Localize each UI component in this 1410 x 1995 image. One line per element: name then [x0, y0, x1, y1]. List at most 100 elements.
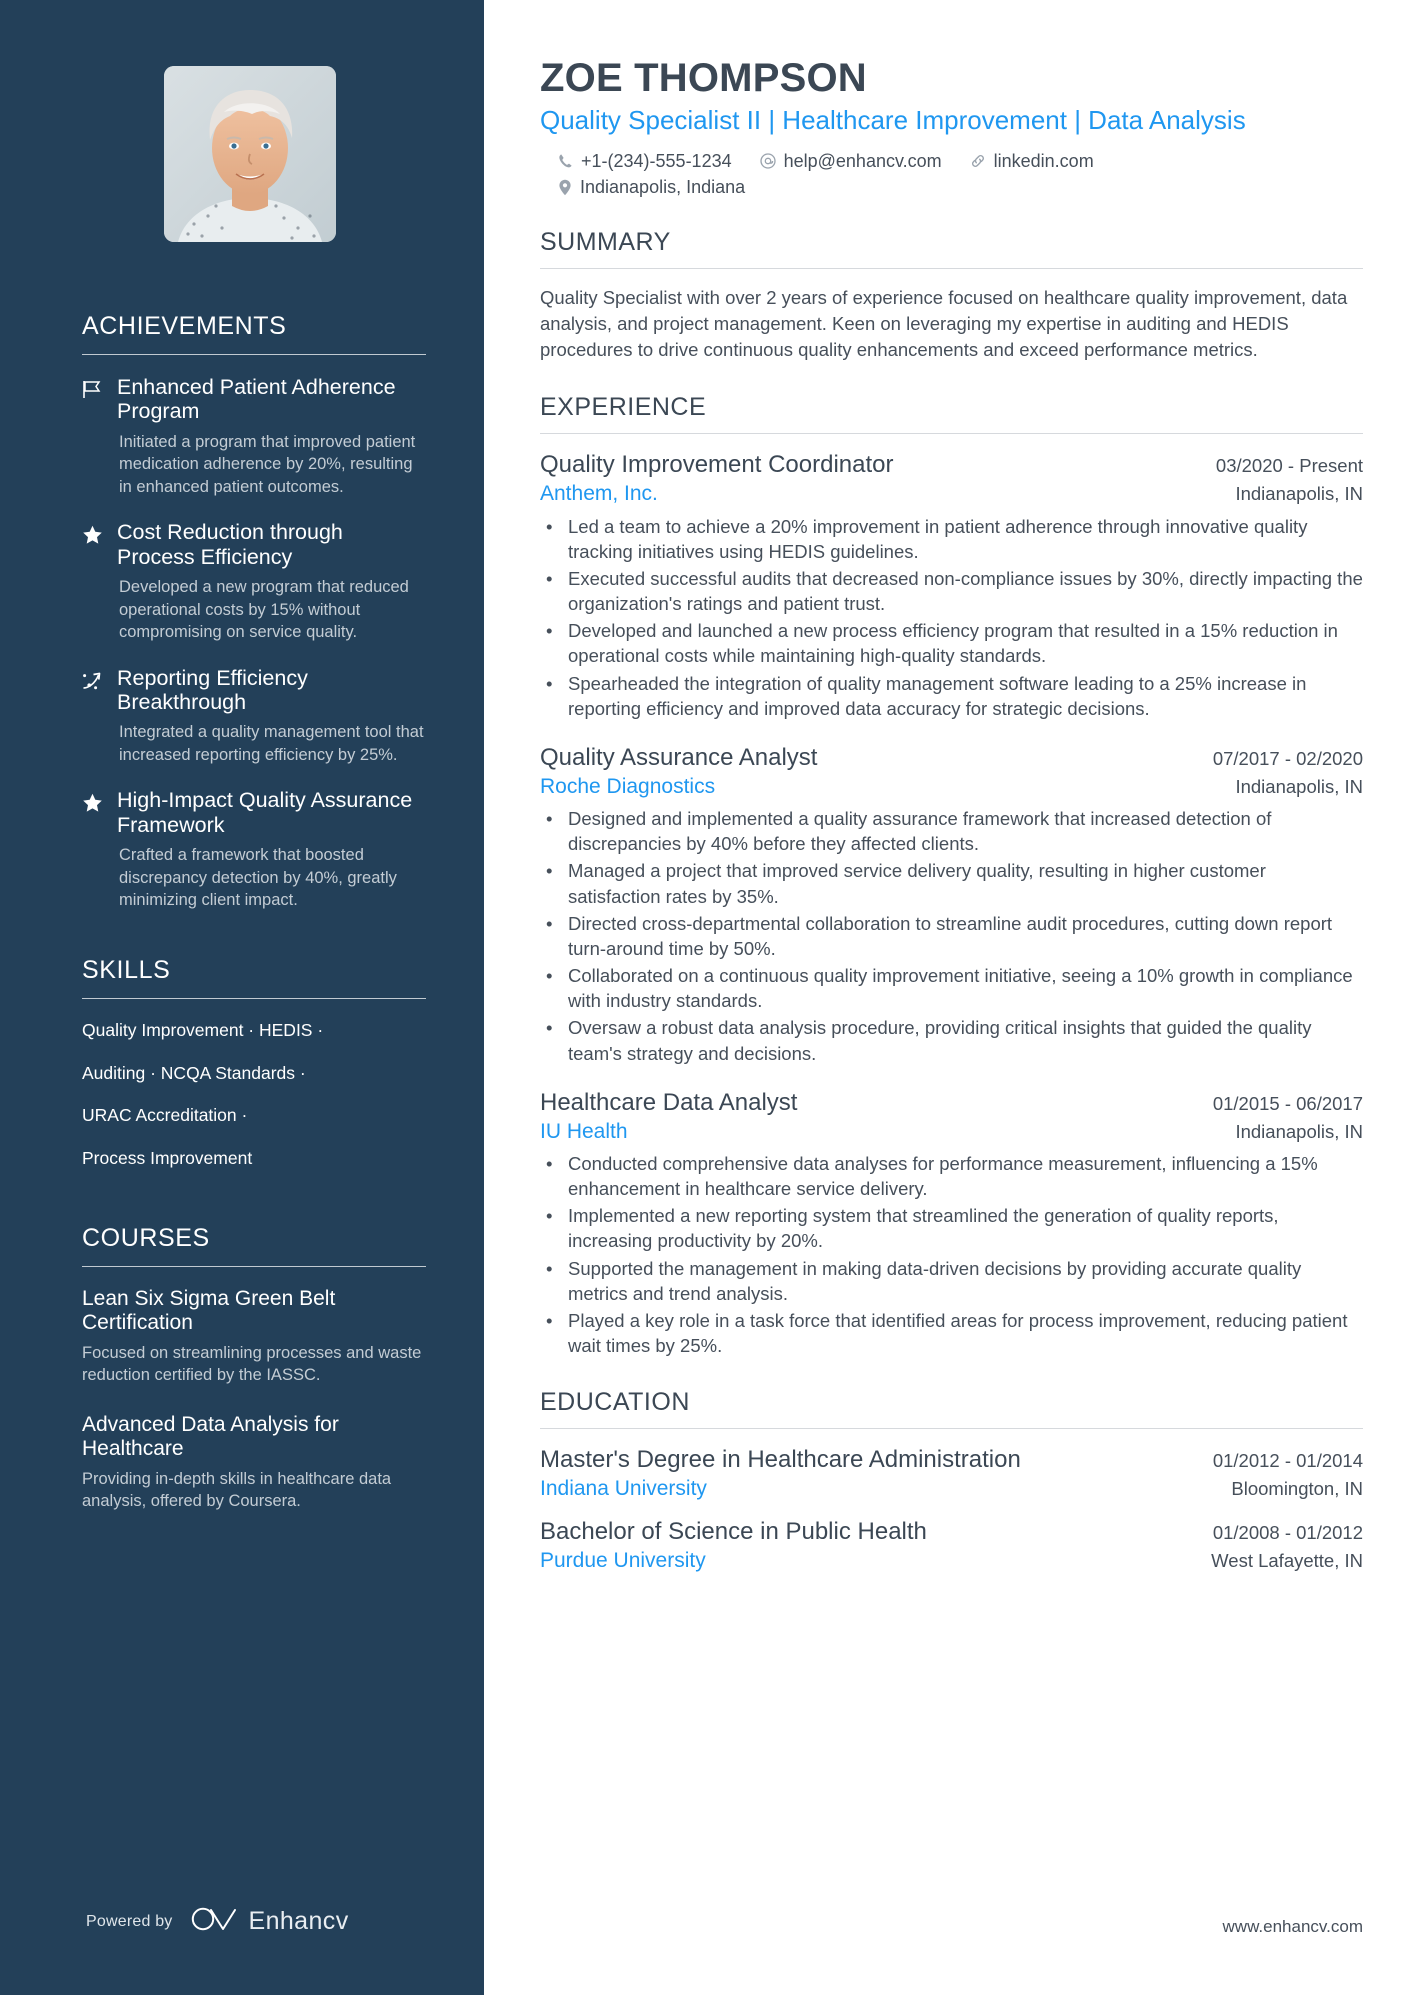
bullet-item: • Executed successful audits that decreas… [540, 566, 1363, 616]
bullet-item: • Collaborated on a continuous quality im… [540, 963, 1363, 1013]
achievement-description: Developed a new program that reduced ope… [119, 577, 409, 642]
bullet-dot-icon: • [546, 1257, 553, 1279]
bullet-dot-icon: • [546, 965, 553, 987]
professional-headline: Quality Specialist II | Healthcare Impro… [540, 104, 1246, 135]
education-entry: Bachelor of Science in Public Health 01/… [540, 1517, 1363, 1574]
phone-icon [558, 153, 573, 169]
bullet-text: Directed cross-departmental collaboratio… [568, 912, 1333, 959]
courses-heading: COURSES [82, 1223, 210, 1252]
star-icon [82, 520, 104, 643]
avatar [164, 66, 336, 242]
company-name[interactable]: Anthem, Inc. [540, 480, 658, 507]
location-pin-icon [558, 179, 572, 196]
experience-entry: Quality Improvement Coordinator 03/2020 … [540, 450, 1363, 721]
achievement-title: High-Impact Quality Assurance Framework [117, 788, 413, 837]
achievements-heading: ACHIEVEMENTS [82, 312, 287, 340]
bullet-item: • Spearheaded the integration of quality … [540, 671, 1363, 721]
trend-arrow-icon [82, 666, 104, 767]
bullet-text: Spearheaded the integration of quality m… [568, 672, 1307, 719]
contact-linkedin[interactable]: linkedin.com [970, 151, 1094, 172]
experience-entry-subheader: Anthem, Inc. Indianapolis, IN [540, 480, 1363, 507]
achievement-title: Cost Reduction through Process Efficienc… [117, 520, 343, 569]
bullet-dot-icon: • [546, 515, 553, 537]
achievements-section: ACHIEVEMENTS Enhanced Patient Adherence … [82, 312, 426, 912]
bullet-item: • Developed and launched a new process ef… [540, 618, 1363, 668]
section-divider [82, 997, 426, 999]
course-item: Lean Six Sigma Green Belt Certification … [82, 1287, 426, 1387]
bullet-dot-icon: • [546, 912, 553, 934]
experience-entry-subheader: Roche Diagnostics Indianapolis, IN [540, 773, 1363, 800]
achievement-item: Enhanced Patient Adherence Program Initi… [82, 375, 426, 498]
bullet-dot-icon: • [546, 1153, 553, 1175]
contact-email[interactable]: help@enhancv.com [759, 151, 942, 172]
school-name[interactable]: Purdue University [540, 1547, 706, 1574]
job-title: Quality Improvement Coordinator [540, 451, 894, 479]
bullet-item: • Oversaw a robust data analysis procedur… [540, 1015, 1363, 1065]
enhancv-logo-icon [191, 1906, 239, 1937]
bullet-item: • Played a key role in a task force that … [540, 1308, 1363, 1358]
bullet-text: Managed a project that improved service … [568, 860, 1266, 907]
education-section: EDUCATION Master's Degree in Healthcare … [540, 1388, 1363, 1574]
bullet-dot-icon: • [546, 620, 553, 642]
bullet-item: • Directed cross-departmental collaborati… [540, 911, 1363, 961]
resume-page: ACHIEVEMENTS Enhanced Patient Adherence … [0, 0, 1410, 1995]
contact-linkedin-text: linkedin.com [993, 150, 1094, 171]
course-title: Advanced Data Analysis for Healthcare [82, 1412, 339, 1460]
school-name[interactable]: Indiana University [540, 1475, 707, 1502]
experience-entry-header: Quality Improvement Coordinator 03/2020 … [540, 450, 1363, 480]
school-location: Bloomington, IN [1231, 1478, 1363, 1500]
achievement-item: Reporting Efficiency Breakthrough Integr… [82, 666, 426, 767]
bullet-dot-icon: • [546, 860, 553, 882]
experience-heading: EXPERIENCE [540, 393, 707, 422]
job-title: Quality Assurance Analyst [540, 743, 818, 771]
bullet-text: Developed and launched a new process eff… [568, 620, 1338, 667]
bullet-text: Collaborated on a continuous quality imp… [568, 965, 1353, 1012]
bullet-dot-icon: • [546, 1205, 553, 1227]
star-icon [82, 788, 104, 911]
achievement-title: Enhanced Patient Adherence Program [117, 375, 396, 424]
degree-date: 01/2008 - 01/2012 [1212, 1521, 1363, 1543]
skills-section: SKILLS Quality Improvement · HEDIS · Aud… [82, 956, 426, 1170]
company-name[interactable]: IU Health [540, 1118, 628, 1145]
bullet-text: Implemented a new reporting system that … [568, 1205, 1279, 1252]
job-bullets: • Conducted comprehensive data analyses f… [540, 1151, 1363, 1358]
experience-entry-subheader: IU Health Indianapolis, IN [540, 1118, 1363, 1145]
achievement-title: Reporting Efficiency Breakthrough [117, 665, 308, 714]
page-title: ZOE THOMPSON [540, 56, 867, 100]
link-icon [970, 153, 986, 169]
powered-by-label: Powered by [86, 1912, 173, 1930]
bullet-item: • Conducted comprehensive data analyses f… [540, 1151, 1363, 1201]
bullet-text: Designed and implemented a quality assur… [568, 808, 1272, 855]
education-entry-header: Bachelor of Science in Public Health 01/… [540, 1517, 1363, 1547]
enhancv-brand: Enhancv [191, 1906, 349, 1937]
school-location: West Lafayette, IN [1211, 1549, 1363, 1571]
profile-photo-wrap [74, 66, 426, 242]
course-item: Advanced Data Analysis for Healthcare Pr… [82, 1413, 426, 1513]
education-entry-subheader: Indiana University Bloomington, IN [540, 1475, 1363, 1502]
contact-phone-text: +1-(234)-555-1234 [581, 150, 732, 171]
experience-entry-header: Healthcare Data Analyst 01/2015 - 06/201… [540, 1088, 1363, 1118]
degree-date: 01/2012 - 01/2014 [1212, 1450, 1363, 1472]
footer-url[interactable]: www.enhancv.com [1223, 1917, 1363, 1937]
contact-location-text: Indianapolis, Indiana [580, 176, 746, 197]
degree-title: Bachelor of Science in Public Health [540, 1517, 927, 1545]
summary-section: SUMMARY Quality Specialist with over 2 y… [540, 228, 1363, 364]
enhancv-wordmark: Enhancv [248, 1907, 349, 1935]
bullet-dot-icon: • [546, 672, 553, 694]
email-icon [759, 153, 776, 169]
experience-section: EXPERIENCE Quality Improvement Coordinat… [540, 393, 1363, 1358]
skill-line: URAC Accreditation · [82, 1105, 248, 1126]
job-location: Indianapolis, IN [1235, 1120, 1363, 1142]
main-content: ZOE THOMPSON Quality Specialist II | Hea… [484, 0, 1410, 1995]
courses-section: COURSES Lean Six Sigma Green Belt Certif… [82, 1224, 426, 1513]
bullet-dot-icon: • [546, 1017, 553, 1039]
course-description: Focused on streamlining processes and wa… [82, 1343, 422, 1385]
contact-location: Indianapolis, Indiana [558, 177, 745, 198]
job-bullets: • Led a team to achieve a 20% improvement… [540, 514, 1363, 721]
contact-phone[interactable]: +1-(234)-555-1234 [558, 151, 732, 172]
achievement-description: Initiated a program that improved patien… [119, 432, 416, 496]
company-name[interactable]: Roche Diagnostics [540, 773, 715, 800]
education-entry: Master's Degree in Healthcare Administra… [540, 1445, 1363, 1502]
education-heading: EDUCATION [540, 1388, 690, 1417]
experience-entry: Healthcare Data Analyst 01/2015 - 06/201… [540, 1088, 1363, 1359]
